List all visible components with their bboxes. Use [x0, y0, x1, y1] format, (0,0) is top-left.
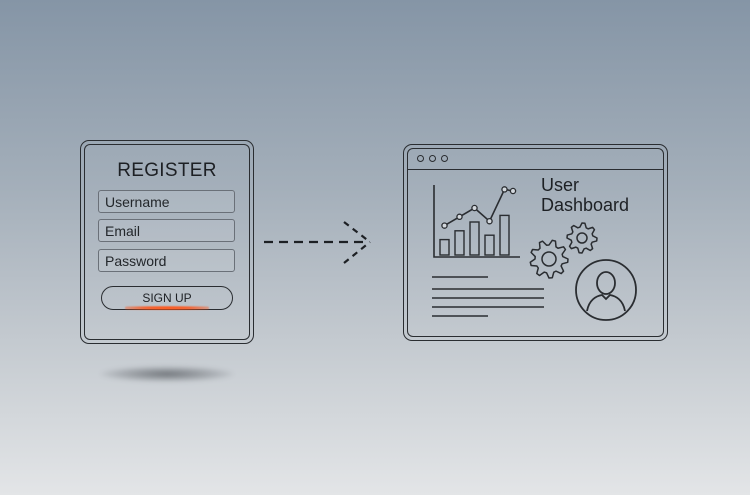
chart-bar	[499, 214, 510, 256]
bar-line-chart-icon	[433, 185, 520, 258]
chart-bar	[484, 234, 495, 256]
sign-up-button[interactable]: SIGN UP	[101, 286, 233, 310]
gear-small-icon	[566, 222, 598, 254]
chart-bar	[439, 238, 450, 256]
chart-point	[509, 187, 517, 195]
card-shadow	[100, 366, 234, 382]
window-dot-icon	[441, 155, 448, 162]
dashboard-title: User Dashboard	[541, 175, 629, 215]
window-titlebar-divider	[407, 169, 664, 170]
window-dot-icon	[429, 155, 436, 162]
chart-point	[501, 186, 508, 193]
chart-bar	[469, 221, 480, 256]
dashboard-title-line2: Dashboard	[541, 195, 630, 215]
chart-point	[486, 217, 493, 225]
email-field[interactable]	[98, 219, 235, 242]
chart-bar	[454, 230, 465, 256]
username-field[interactable]	[98, 190, 235, 213]
gear-large-icon	[529, 239, 569, 279]
chart-point	[471, 204, 478, 212]
dashed-arrow-right-icon	[264, 221, 371, 264]
dashboard-window: User Dashboard	[403, 144, 668, 341]
dashboard-title-line1: User	[541, 175, 580, 195]
window-dot-icon	[417, 155, 424, 162]
text-lines-placeholder	[432, 276, 544, 317]
chart-point	[456, 213, 463, 221]
register-title: REGISTER	[117, 160, 217, 181]
chart-point	[441, 222, 448, 229]
password-field[interactable]	[98, 249, 235, 272]
register-card: REGISTER SIGN UP	[80, 140, 254, 344]
user-avatar-icon	[575, 259, 637, 321]
